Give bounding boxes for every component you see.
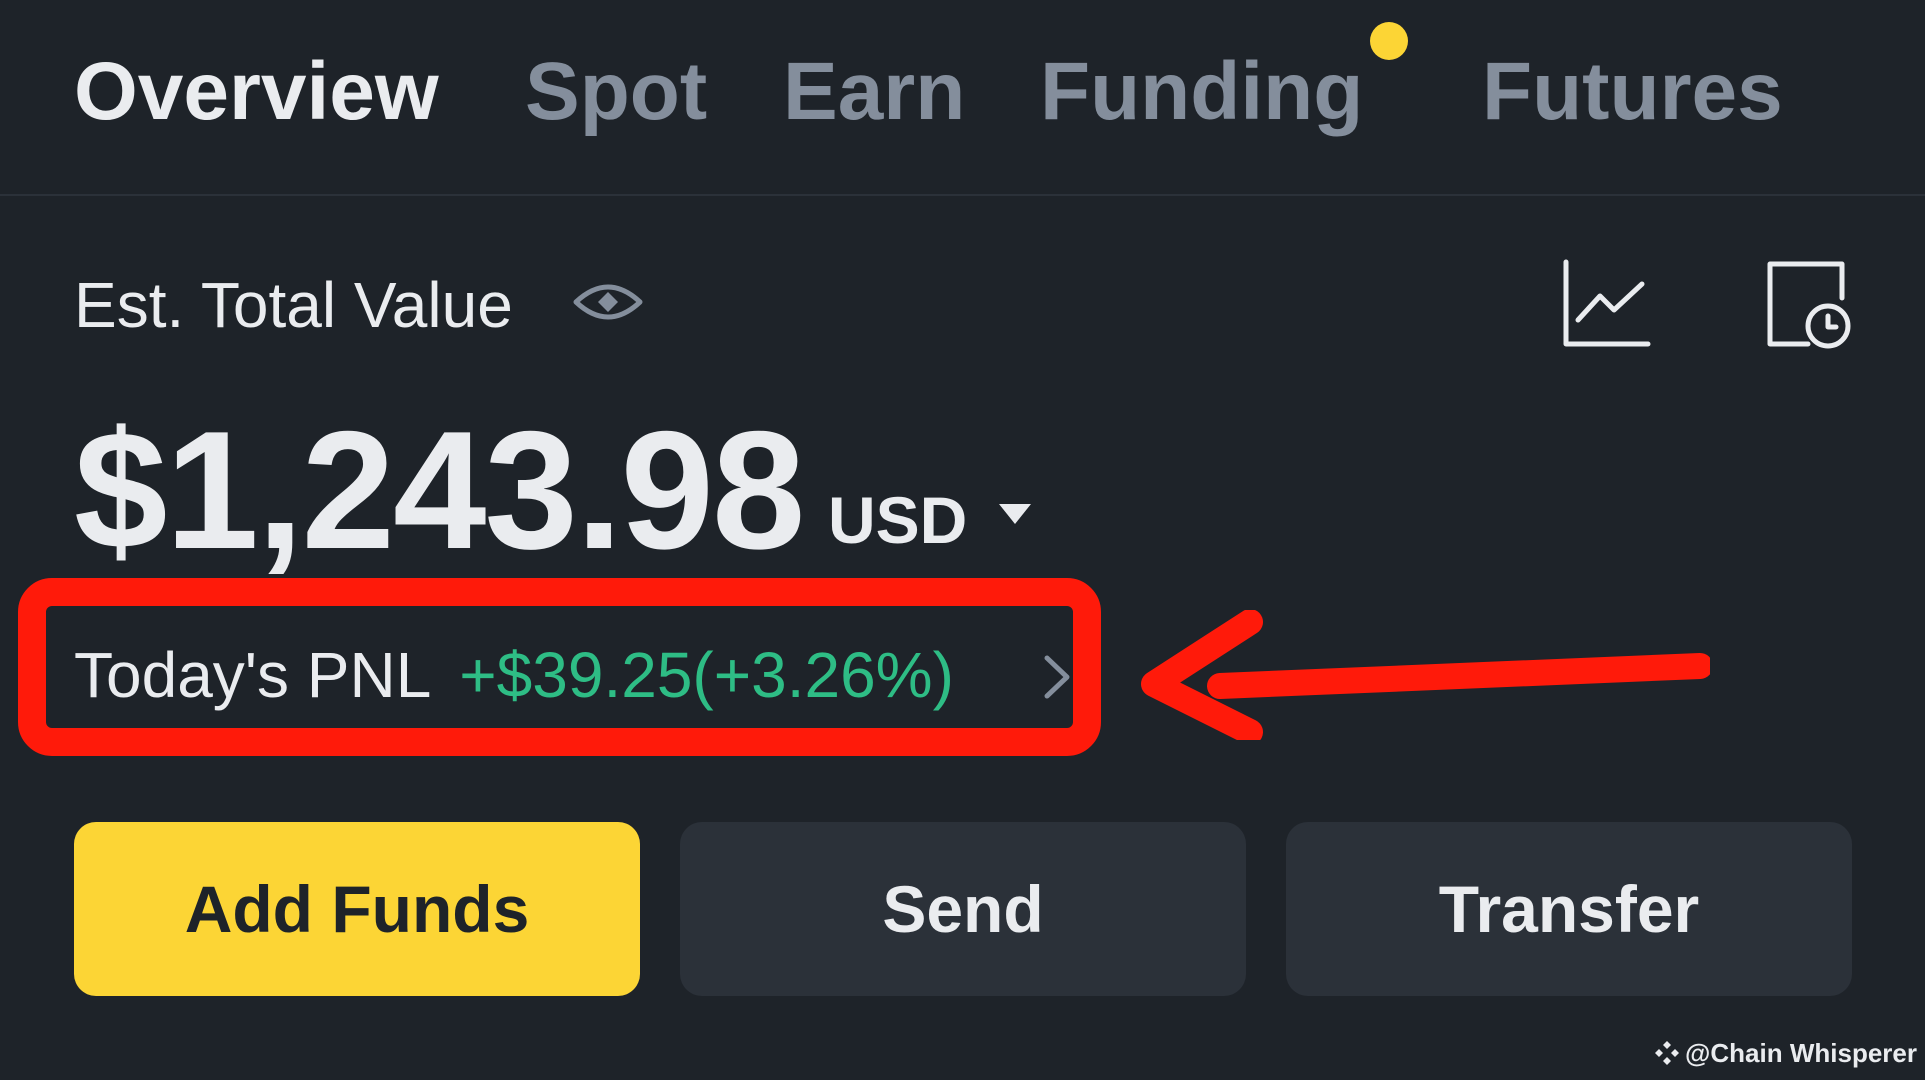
history-icon[interactable] [1762, 258, 1854, 350]
diamond-logo-icon [1655, 1041, 1680, 1065]
line-chart-icon[interactable] [1560, 258, 1652, 350]
highlight-annotation-box [18, 578, 1101, 756]
transfer-button[interactable]: Transfer [1286, 822, 1852, 996]
eye-icon[interactable] [572, 272, 644, 332]
send-button[interactable]: Send [680, 822, 1246, 996]
total-balance: $1,243.98 [74, 396, 805, 584]
currency-selector[interactable]: USD [828, 480, 967, 560]
tab-bar: Overview Spot Earn Funding Futures [0, 0, 1925, 196]
tab-overview[interactable]: Overview [74, 42, 439, 142]
tab-earn[interactable]: Earn [783, 42, 965, 142]
add-funds-button[interactable]: Add Funds [74, 822, 640, 996]
tab-futures[interactable]: Futures [1482, 42, 1783, 142]
estimated-total-value-label: Est. Total Value [74, 269, 513, 341]
caret-down-icon[interactable] [997, 500, 1033, 526]
tab-funding[interactable]: Funding [1040, 42, 1363, 142]
watermark-text: @Chain Whisperer [1685, 1038, 1917, 1068]
notification-dot [1370, 22, 1408, 60]
watermark: @Chain Whisperer [1653, 1036, 1917, 1070]
tab-spot[interactable]: Spot [525, 42, 707, 142]
annotation-arrow [1141, 610, 1710, 740]
